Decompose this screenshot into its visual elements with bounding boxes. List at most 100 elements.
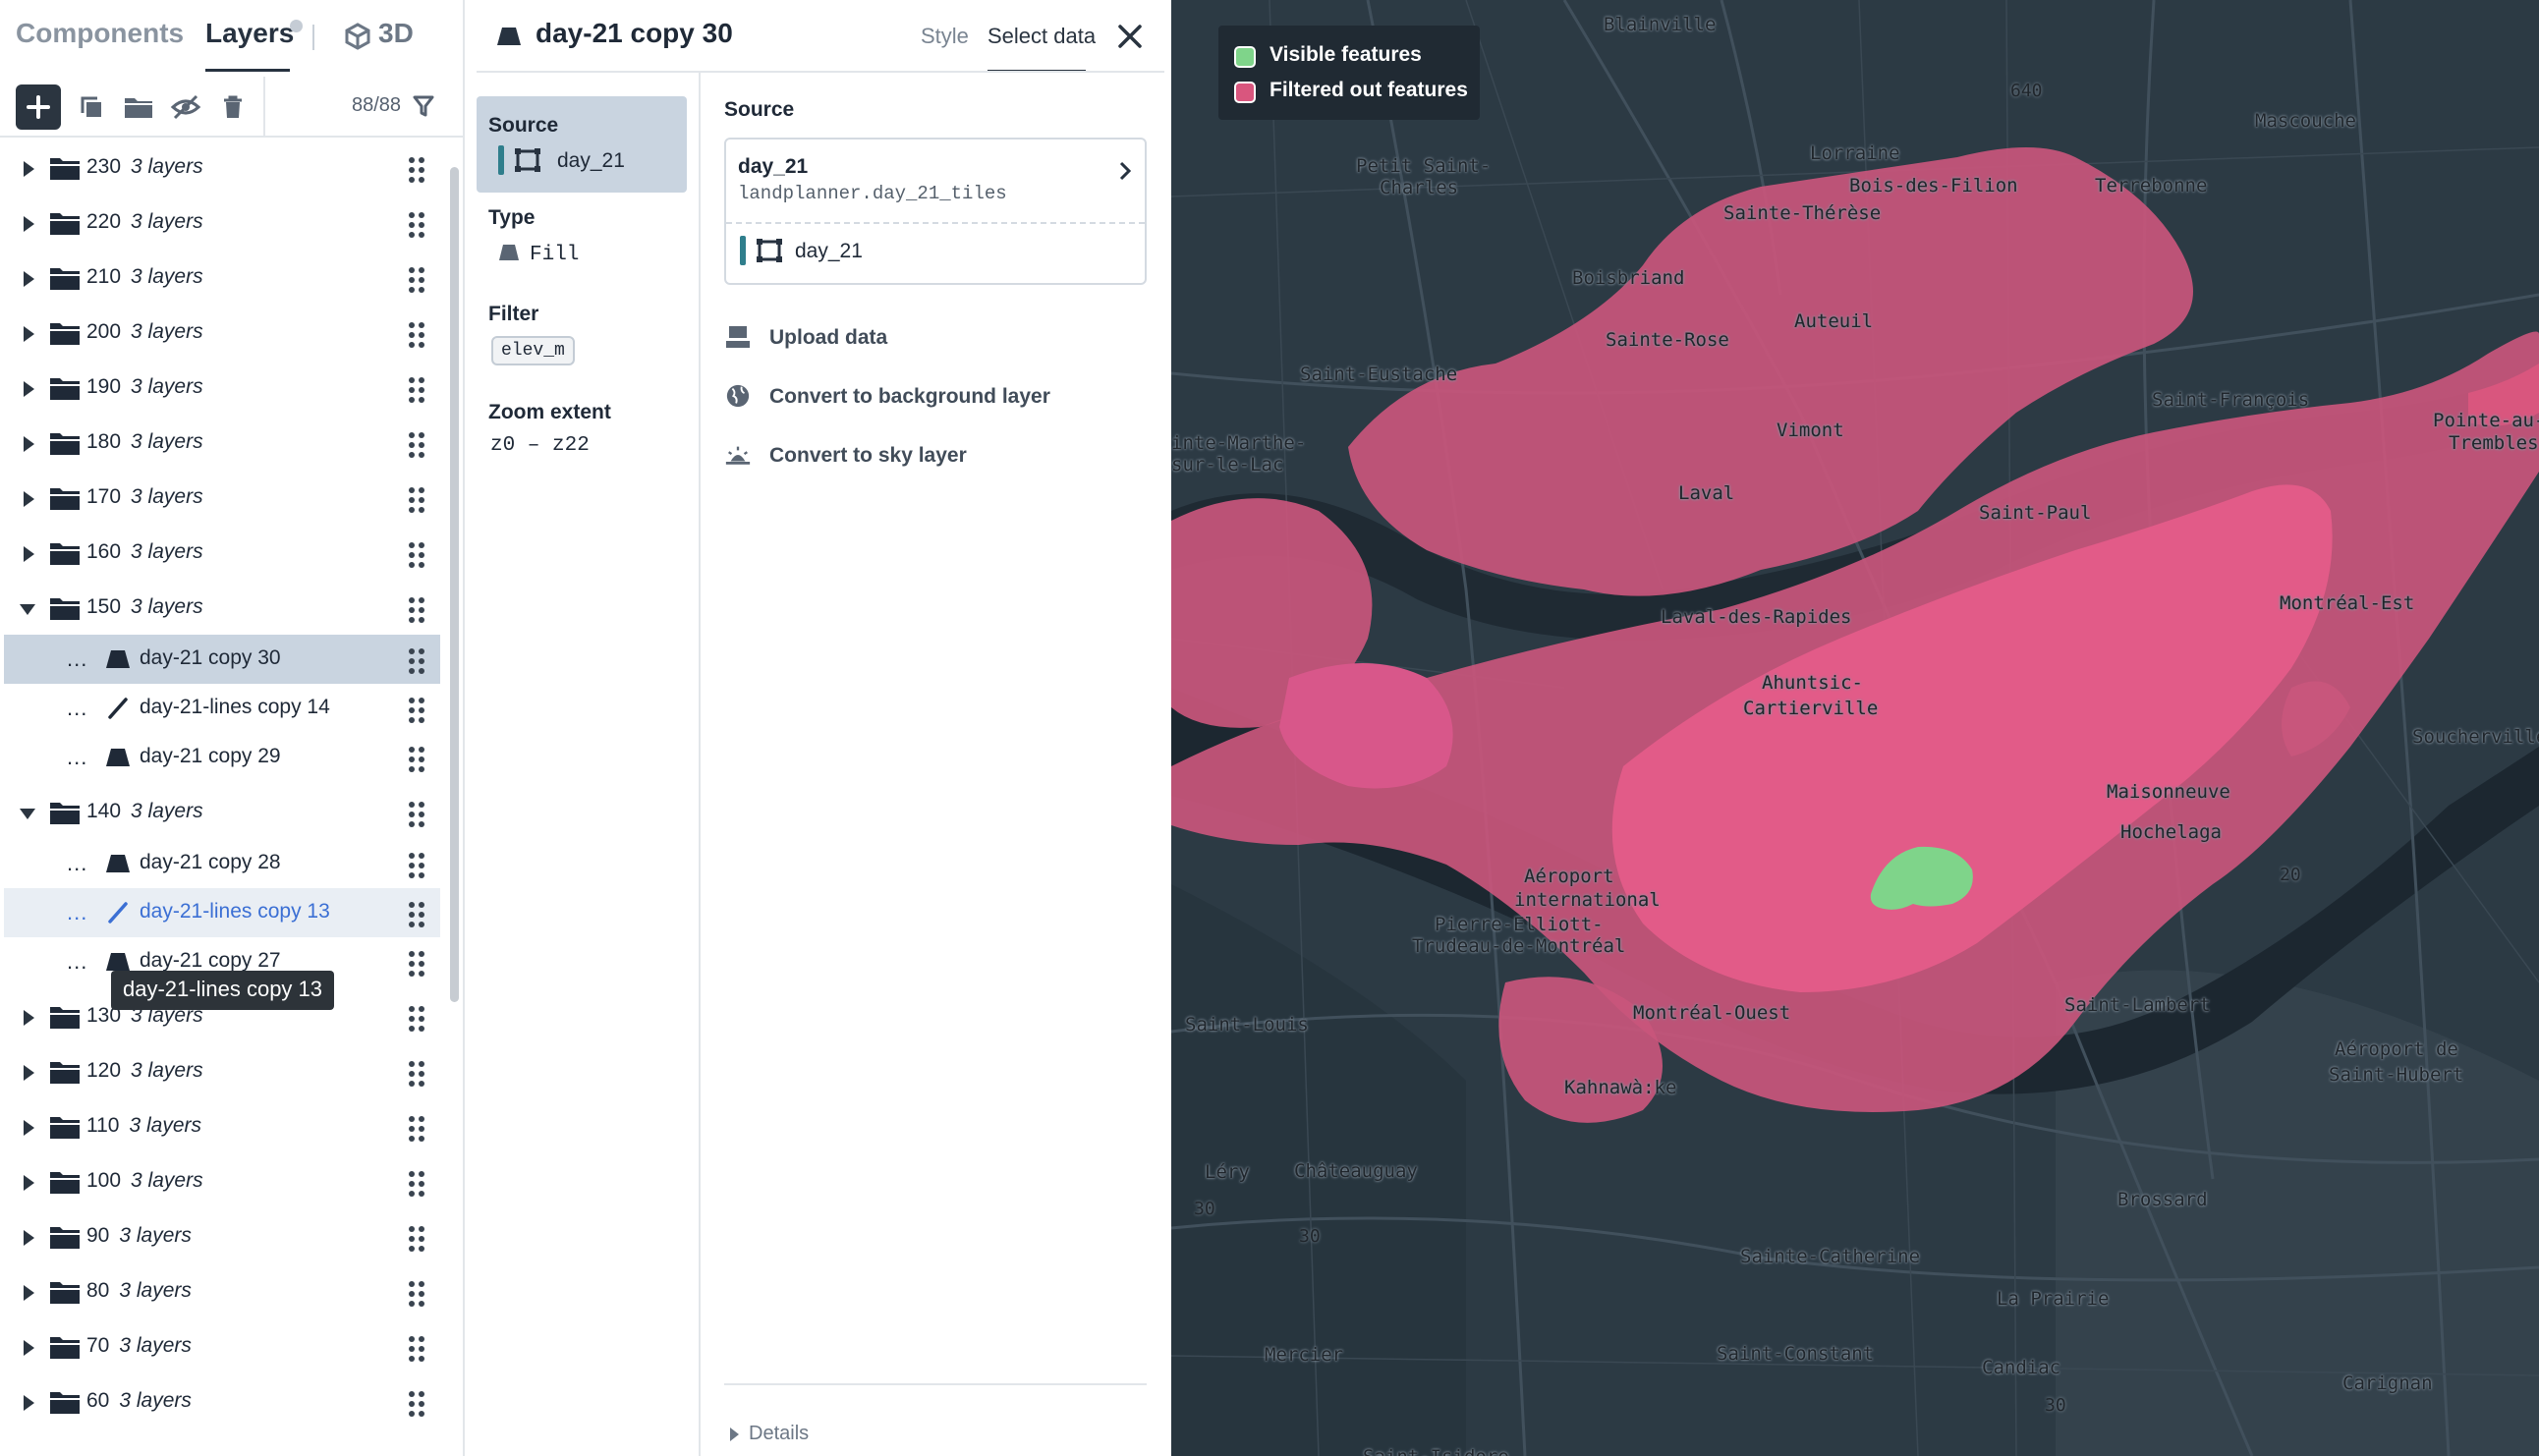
drag-handle-icon[interactable] xyxy=(407,321,426,349)
drag-handle-icon[interactable] xyxy=(407,1060,426,1088)
layer-group-row[interactable]: 160 3 layers xyxy=(4,529,440,578)
drag-handle-icon[interactable] xyxy=(407,647,426,675)
convert-sky-action[interactable]: Convert to sky layer xyxy=(724,436,1137,476)
tab-components[interactable]: Components xyxy=(16,18,184,49)
caret-right-icon[interactable] xyxy=(24,326,34,342)
group-count: 3 layers xyxy=(131,375,203,398)
drag-handle-icon[interactable] xyxy=(407,1005,426,1033)
drag-handle-icon[interactable] xyxy=(407,211,426,239)
filter-chip[interactable]: elev_m xyxy=(491,336,575,365)
drag-handle-icon[interactable] xyxy=(407,596,426,624)
add-layer-button[interactable] xyxy=(16,84,61,130)
layer-group-row[interactable]: 90 3 layers xyxy=(4,1212,440,1261)
upload-data-action[interactable]: Upload data xyxy=(724,318,1137,358)
drag-handle-icon[interactable] xyxy=(407,801,426,828)
drag-handle-icon[interactable] xyxy=(407,1115,426,1143)
caret-down-icon[interactable] xyxy=(20,604,35,615)
drag-handle-icon[interactable] xyxy=(407,376,426,404)
layer-group-row[interactable]: 220 3 layers xyxy=(4,198,440,248)
map-canvas[interactable]: Blainville Lorraine Bois-des-Filion Terrebo… xyxy=(1171,0,2539,1456)
drag-handle-icon[interactable] xyxy=(407,697,426,724)
caret-right-icon[interactable] xyxy=(24,1340,34,1356)
caret-right-icon[interactable] xyxy=(24,1395,34,1411)
layer-group-row[interactable]: 60 3 layers xyxy=(4,1377,440,1427)
caret-right-icon[interactable] xyxy=(24,1010,34,1026)
caret-right-icon[interactable] xyxy=(24,436,34,452)
drag-handle-icon[interactable] xyxy=(407,541,426,569)
layer-menu-ellipsis[interactable]: ... xyxy=(67,646,87,672)
caret-right-icon[interactable] xyxy=(24,381,34,397)
drag-handle-icon[interactable] xyxy=(407,1390,426,1418)
layer-row[interactable]: ... day-21 copy 30 xyxy=(4,635,440,684)
duplicate-button[interactable] xyxy=(69,84,114,130)
layer-menu-ellipsis[interactable]: ... xyxy=(67,851,87,876)
nav-source-item[interactable]: Source day_21 xyxy=(477,96,687,193)
layer-group-row[interactable]: 170 3 layers xyxy=(4,474,440,523)
tab-3d[interactable]: 3D xyxy=(378,18,414,49)
layer-row[interactable]: ... day-21-lines copy 13 xyxy=(4,888,440,937)
source-layer-name[interactable]: day_21 xyxy=(795,240,863,263)
caret-down-icon[interactable] xyxy=(20,809,35,819)
caret-right-icon[interactable] xyxy=(24,1120,34,1136)
layer-group-row[interactable]: 150 3 layers xyxy=(4,584,440,633)
tab-layers[interactable]: Layers xyxy=(205,18,294,49)
drag-handle-icon[interactable] xyxy=(407,266,426,294)
caret-right-icon[interactable] xyxy=(24,271,34,287)
caret-right-icon[interactable] xyxy=(24,161,34,177)
layer-group-row[interactable]: 180 3 layers xyxy=(4,419,440,468)
caret-right-icon[interactable] xyxy=(24,491,34,507)
source-card[interactable]: day_21 landplanner.day_21_tiles day_21 xyxy=(724,138,1147,285)
drag-handle-icon[interactable] xyxy=(407,1225,426,1253)
caret-right-icon[interactable] xyxy=(24,1285,34,1301)
layer-row[interactable]: ... day-21 copy 29 xyxy=(4,733,440,782)
nav-zoom-value[interactable]: z0 – z22 xyxy=(490,434,590,457)
caret-right-icon[interactable] xyxy=(24,546,34,562)
close-icon[interactable] xyxy=(1115,22,1145,51)
layer-group-row[interactable]: 230 3 layers xyxy=(4,143,440,193)
convert-background-action[interactable]: Convert to background layer xyxy=(724,377,1137,417)
drag-handle-icon[interactable] xyxy=(407,156,426,184)
layer-group-row[interactable]: 100 3 layers xyxy=(4,1157,440,1206)
layer-group-row[interactable]: 190 3 layers xyxy=(4,364,440,413)
map-place-label: Kahnawà:ke xyxy=(1564,1077,1677,1098)
group-count: 3 layers xyxy=(131,265,203,288)
layer-group-row[interactable]: 140 3 layers xyxy=(4,788,440,837)
delete-button[interactable] xyxy=(210,84,255,130)
drag-handle-icon[interactable] xyxy=(407,950,426,978)
filter-icon[interactable] xyxy=(413,94,434,118)
drag-handle-icon[interactable] xyxy=(407,746,426,773)
sky-icon xyxy=(725,446,751,465)
caret-right-icon[interactable] xyxy=(24,1230,34,1246)
layer-group-row[interactable]: 80 3 layers xyxy=(4,1267,440,1316)
drag-handle-icon[interactable] xyxy=(407,1335,426,1363)
drag-handle-icon[interactable] xyxy=(407,852,426,879)
layer-row[interactable]: ... day-21-lines copy 14 xyxy=(4,684,440,733)
layer-group-row[interactable]: 210 3 layers xyxy=(4,253,440,303)
layer-menu-ellipsis[interactable]: ... xyxy=(67,900,87,925)
layer-menu-ellipsis[interactable]: ... xyxy=(67,696,87,721)
caret-right-icon[interactable] xyxy=(24,1175,34,1191)
layer-group-row[interactable]: 110 3 layers xyxy=(4,1102,440,1151)
layer-menu-ellipsis[interactable]: ... xyxy=(67,745,87,770)
drag-handle-icon[interactable] xyxy=(407,431,426,459)
layer-list-scrollbar[interactable] xyxy=(450,167,459,1002)
nav-type-value[interactable]: Fill xyxy=(530,244,579,266)
new-folder-button[interactable] xyxy=(116,84,161,130)
layer-group-row[interactable]: 70 3 layers xyxy=(4,1322,440,1372)
hide-button[interactable] xyxy=(163,84,208,130)
drag-handle-icon[interactable] xyxy=(407,1170,426,1198)
details-toggle[interactable]: Details xyxy=(730,1423,809,1445)
layer-group-row[interactable]: 120 3 layers xyxy=(4,1047,440,1096)
drag-handle-icon[interactable] xyxy=(407,1280,426,1308)
tab-style[interactable]: Style xyxy=(921,24,969,49)
caret-right-icon[interactable] xyxy=(24,1065,34,1081)
drag-handle-icon[interactable] xyxy=(407,901,426,928)
drag-handle-icon[interactable] xyxy=(407,486,426,514)
chevron-right-icon[interactable] xyxy=(1115,159,1135,183)
layer-row[interactable]: ... day-21 copy 28 xyxy=(4,839,440,888)
layer-menu-ellipsis[interactable]: ... xyxy=(67,949,87,975)
caret-right-icon[interactable] xyxy=(24,216,34,232)
layer-group-row[interactable]: 200 3 layers xyxy=(4,308,440,358)
tab-select-data[interactable]: Select data xyxy=(987,24,1096,49)
folder-icon xyxy=(50,1337,80,1359)
